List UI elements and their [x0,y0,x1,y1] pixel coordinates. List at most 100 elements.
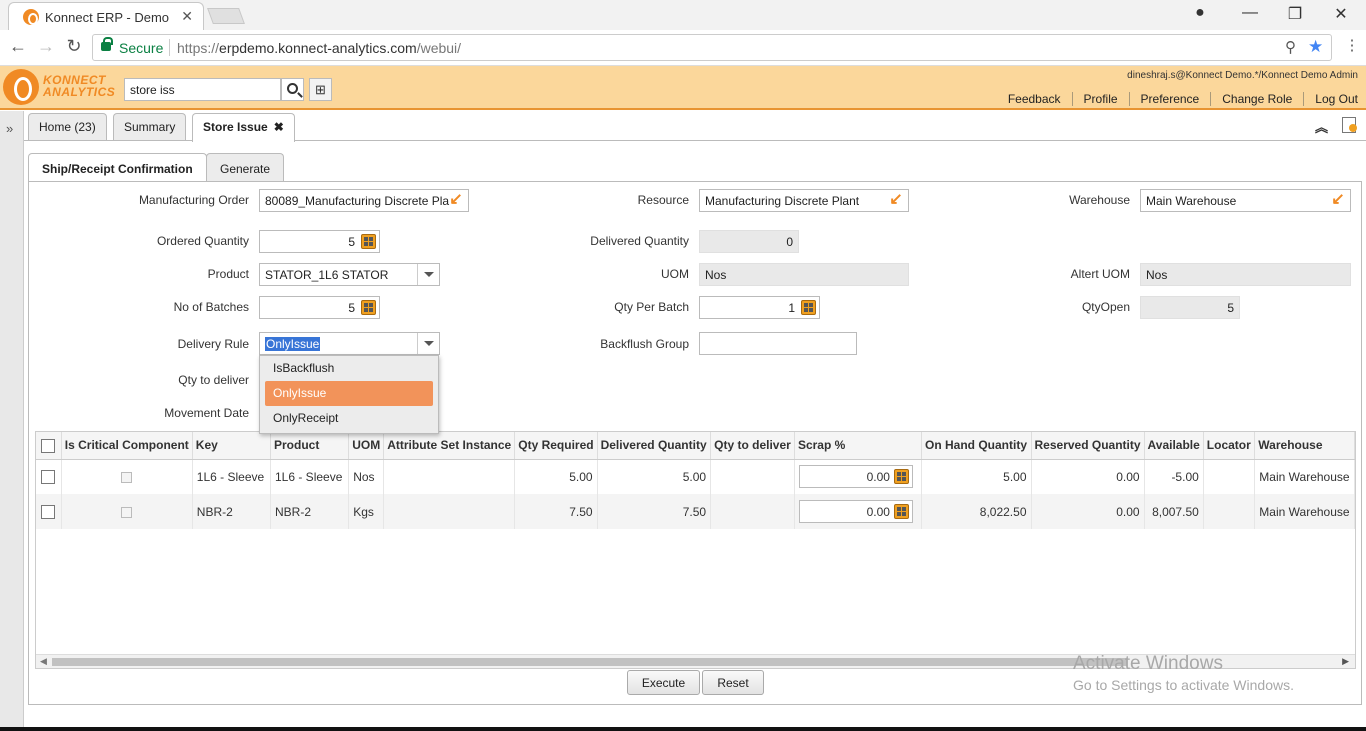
table-row[interactable]: 1L6 - Sleeve 1L6 - Sleeve Nos 5.00 5.00 … [36,459,1355,494]
reset-button[interactable]: Reset [702,670,764,695]
tab-summary[interactable]: Summary [113,113,187,140]
warehouse-field[interactable]: Main Warehouse ↙ [1140,189,1351,212]
uom-cell: Nos [348,459,385,494]
qty-open-label: QtyOpen [1081,300,1130,314]
backflush-group-field[interactable] [699,332,857,355]
option-onlyreceipt[interactable]: OnlyReceipt [265,406,433,431]
product-select[interactable]: STATOR_1L6 STATOR [259,263,440,286]
menu-tree-button[interactable]: ⊞ [309,78,332,101]
scroll-left-icon[interactable]: ◀ [40,656,47,667]
close-tab-icon[interactable]: ✕ [181,8,193,25]
col-attribute-set-instance[interactable]: Attribute Set Instance [383,432,516,460]
chevron-down-icon[interactable] [417,264,439,285]
col-qty-required[interactable]: Qty Required [514,432,598,460]
option-onlyissue[interactable]: OnlyIssue [265,381,433,406]
account-icon[interactable]: ● [1188,4,1212,22]
manufacturing-order-label: Manufacturing Order [138,193,249,207]
forward-icon[interactable]: → [36,36,56,57]
scrap-input[interactable]: 0.00 [798,465,913,489]
tab-ship-receipt-confirmation[interactable]: Ship/Receipt Confirmation [28,153,207,182]
delivery-rule-label: Delivery Rule [177,337,249,351]
row-select-cell [36,494,62,529]
ordered-quantity-field[interactable]: 5 [259,230,380,253]
col-delivered-quantity[interactable]: Delivered Quantity [597,432,712,460]
menu-icon[interactable]: ⋮ [1342,36,1362,54]
konnect-favicon-icon [23,9,39,25]
table-row[interactable]: NBR-2 NBR-2 Kgs 7.50 7.50 0.00 8,022.50 … [36,494,1355,529]
reload-icon[interactable]: ↻ [64,36,84,57]
search-button[interactable] [281,78,304,101]
execute-button[interactable]: Execute [627,670,700,695]
document-icon[interactable] [1342,117,1357,133]
resource-field[interactable]: Manufacturing Discrete Plant ↙ [699,189,909,212]
row-checkbox[interactable] [41,504,56,519]
close-tab-icon[interactable]: ✖ [274,120,284,134]
scrap-input[interactable]: 0.00 [798,500,913,523]
close-window-icon[interactable]: ✕ [1329,4,1353,24]
calculator-icon[interactable] [893,469,909,485]
calculator-icon[interactable] [893,504,909,519]
col-uom[interactable]: UOM [348,432,385,460]
window-tabs: Home (23) Summary Store Issue ✖ ︽ [24,111,1366,142]
manufacturing-order-field[interactable]: 80089_Manufacturing Discrete Pla ↙ [259,189,469,212]
chevron-down-icon[interactable] [417,333,439,354]
col-available[interactable]: Available [1144,432,1204,460]
qty-to-deliver-cell[interactable] [710,494,795,529]
calculator-icon[interactable] [361,234,376,249]
scroll-right-icon[interactable]: ▶ [1342,656,1349,667]
is-critical-cell [61,494,193,529]
secure-label: Secure [119,40,164,56]
scrap-value: 0.00 [866,470,890,485]
col-locator[interactable]: Locator [1203,432,1256,460]
delivery-rule-select[interactable]: OnlyIssue [259,332,440,355]
qty-per-batch-field[interactable]: 1 [699,296,820,319]
col-product[interactable]: Product [270,432,350,460]
qty-open-value: 5 [1227,301,1234,315]
col-on-hand-quantity[interactable]: On Hand Quantity [921,432,1032,460]
bookmark-star-icon[interactable]: ★ [1308,37,1323,57]
col-reserved-quantity[interactable]: Reserved Quantity [1031,432,1145,460]
calculator-icon[interactable] [801,300,816,315]
ordered-quantity-label: Ordered Quantity [156,234,249,248]
expand-sidebar-icon[interactable]: » [6,121,13,136]
profile-link[interactable]: Profile [1073,92,1130,106]
col-warehouse[interactable]: Warehouse [1254,432,1355,460]
tab-home-label: Home (23) [39,120,96,134]
warehouse-cell: Main Warehouse [1254,459,1355,494]
browser-tab[interactable]: Konnect ERP - Demo ✕ [8,2,204,30]
tab-store-issue[interactable]: Store Issue ✖ [192,113,295,142]
option-isbackflush[interactable]: IsBackflush [265,356,433,381]
col-qty-to-deliver[interactable]: Qty to deliver [710,432,795,460]
zoom-arrow-icon[interactable]: ↙ [1329,192,1347,209]
key-icon[interactable]: ⚲ [1285,38,1296,56]
col-key[interactable]: Key [192,432,272,460]
col-scrap[interactable]: Scrap % [794,432,923,460]
select-all-checkbox[interactable] [41,438,56,453]
feedback-link[interactable]: Feedback [997,92,1073,106]
url-bar[interactable]: Secure https://erpdemo.konnect-analytics… [92,34,1332,61]
minimize-icon[interactable]: — [1238,4,1262,22]
zoom-arrow-icon[interactable]: ↙ [887,192,905,209]
collapse-icon[interactable]: ︽ [1315,117,1328,136]
app-header: KONNECT ANALYTICS ⊞ dineshraj.s@Konnect … [0,66,1366,110]
qty-to-deliver-cell[interactable] [710,459,795,494]
menu-search-input[interactable] [124,78,281,101]
zoom-arrow-icon[interactable]: ↙ [447,192,465,209]
tab-home[interactable]: Home (23) [28,113,107,140]
logout-link[interactable]: Log Out [1304,92,1358,106]
restore-icon[interactable]: ❐ [1283,4,1307,24]
no-of-batches-field[interactable]: 5 [259,296,380,319]
preference-link[interactable]: Preference [1130,92,1212,106]
ordered-quantity-value: 5 [348,235,355,249]
col-is-critical[interactable]: Is Critical Component [61,432,193,460]
change-role-link[interactable]: Change Role [1211,92,1305,106]
new-tab-button[interactable] [207,8,245,24]
tab-generate[interactable]: Generate [206,153,285,181]
scrap-cell: 0.00 [794,459,923,494]
address-bar-row: ← → ↻ Secure https://erpdemo.konnect-ana… [0,30,1366,66]
back-icon[interactable]: ← [8,36,28,57]
calculator-icon[interactable] [361,300,376,315]
scroll-thumb[interactable] [52,658,1127,666]
product-value: STATOR_1L6 STATOR [265,268,389,282]
row-checkbox[interactable] [41,470,56,485]
